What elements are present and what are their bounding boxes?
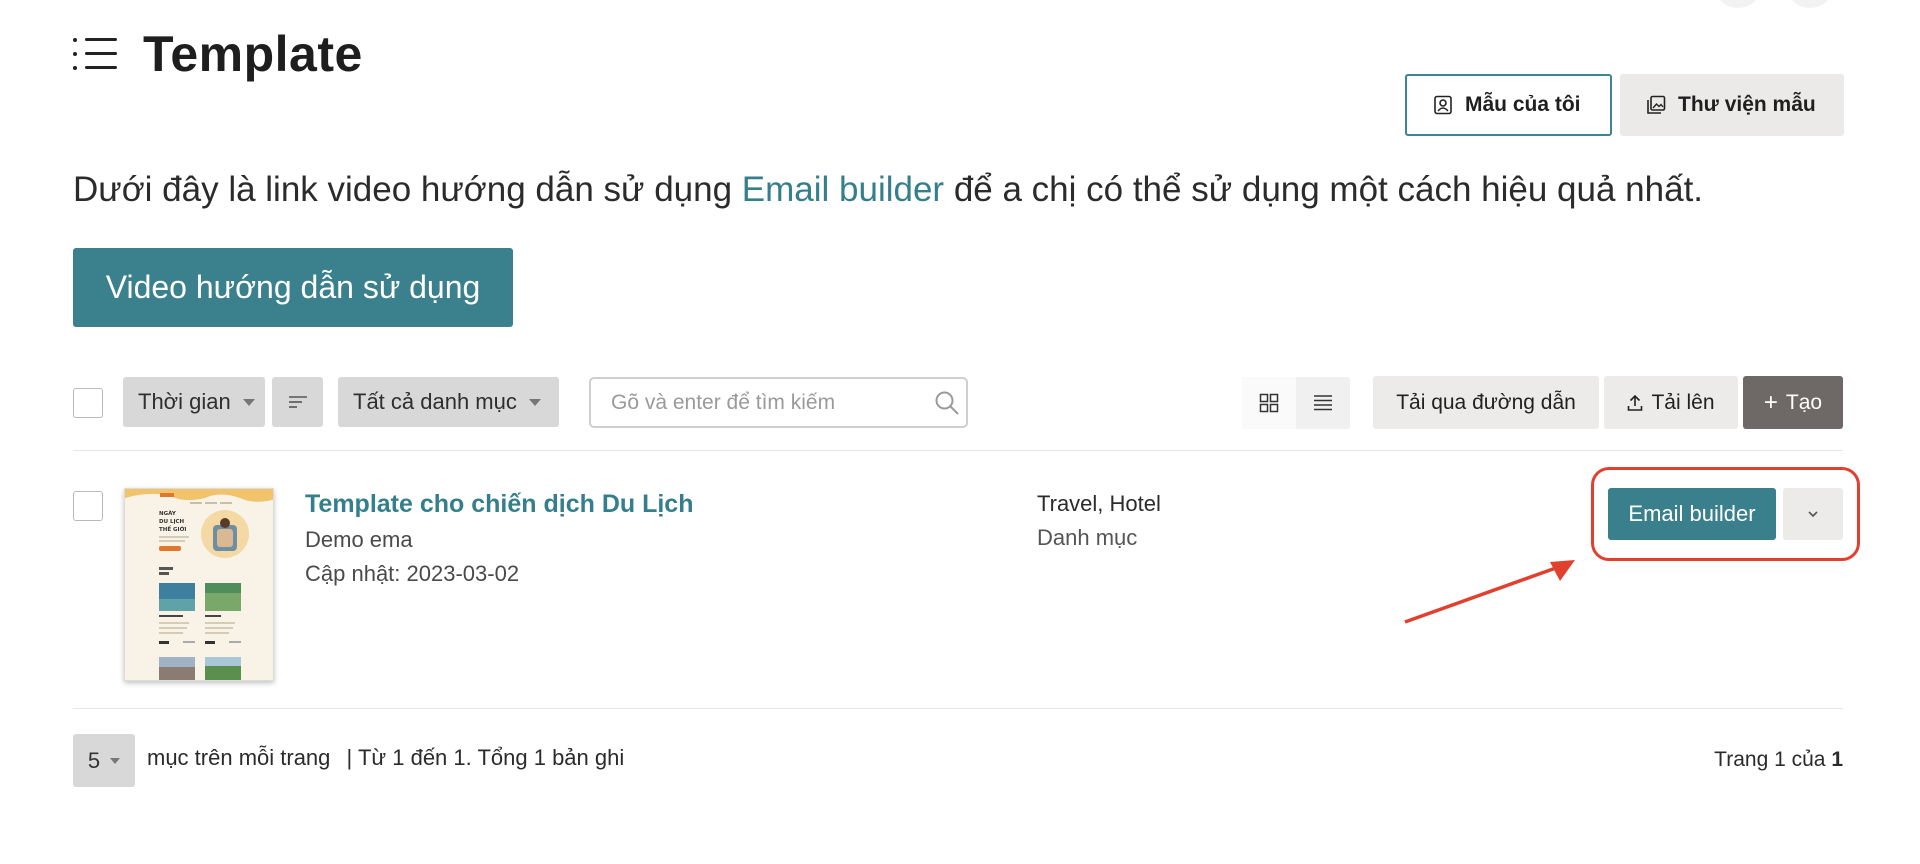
- sort-time-dropdown[interactable]: Thời gian: [123, 377, 265, 427]
- page-indicator: Trang 1 của 1: [1714, 748, 1843, 772]
- page-header: Template: [73, 22, 363, 86]
- select-all-checkbox[interactable]: [73, 388, 103, 418]
- import-url-label: Tải qua đường dẫn: [1396, 390, 1576, 414]
- row-checkbox[interactable]: [73, 491, 103, 521]
- list-view-button[interactable]: [1296, 377, 1350, 429]
- upload-button[interactable]: Tải lên: [1604, 376, 1738, 429]
- per-page-text: mục trên mỗi trang: [147, 745, 331, 770]
- intro-text-after: để a chị có thể sử dụng một cách hiệu qu…: [944, 170, 1704, 209]
- top-circle-button[interactable]: [1786, 0, 1834, 8]
- upload-icon: [1628, 394, 1643, 411]
- table-header-divider: [73, 450, 1843, 451]
- intro-text-before: Dưới đây là link video hướng dẫn sử dụng: [73, 170, 742, 209]
- category-filter-dropdown[interactable]: Tất cả danh mục: [338, 377, 559, 427]
- page-title: Template: [143, 26, 363, 82]
- per-page-value: 5: [87, 747, 101, 773]
- template-categories: Travel, Hotel: [1037, 491, 1161, 516]
- tab-label: Mẫu của tôi: [1465, 93, 1581, 116]
- svg-text:NGÀY: NGÀY: [159, 510, 177, 517]
- video-guide-button[interactable]: Video hướng dẫn sử dụng: [73, 248, 513, 327]
- list-lines-icon: [1314, 395, 1332, 411]
- sort-time-label: Thời gian: [138, 389, 231, 414]
- table-footer-divider: [73, 708, 1843, 709]
- grid-icon: [1259, 393, 1279, 413]
- template-subtitle: Demo ema: [305, 527, 413, 552]
- search-input[interactable]: [589, 377, 968, 428]
- chevron-down-icon: [1808, 511, 1818, 518]
- intro-email-builder-link[interactable]: Email builder: [742, 170, 944, 209]
- plus-icon: +: [1763, 388, 1778, 416]
- import-url-button[interactable]: Tải qua đường dẫn: [1373, 376, 1599, 429]
- intro-text: Dưới đây là link video hướng dẫn sử dụng…: [73, 170, 1703, 210]
- caret-down-icon: [528, 398, 541, 406]
- search-icon[interactable]: [934, 390, 960, 416]
- create-label: Tạo: [1785, 390, 1823, 414]
- range-text: | Từ 1 đến 1. Tổng 1 bản ghi: [346, 745, 625, 770]
- caret-down-icon: [110, 757, 121, 764]
- category-filter-label: Tất cả danh mục: [353, 389, 517, 414]
- sort-lines-icon: [288, 396, 307, 408]
- template-name-link[interactable]: Template cho chiến dịch Du Lịch: [305, 490, 693, 519]
- grid-view-button[interactable]: [1242, 377, 1296, 429]
- email-builder-button[interactable]: Email builder: [1608, 488, 1776, 540]
- page-total: 1: [1831, 748, 1843, 771]
- top-circle-button[interactable]: [1714, 0, 1762, 8]
- view-toggle: [1242, 377, 1350, 429]
- svg-text:THẾ GIỚI: THẾ GIỚI: [159, 525, 186, 533]
- annotation-arrow: [1404, 560, 1575, 624]
- category-label: Danh mục: [1037, 525, 1138, 550]
- user-card-icon: [1434, 95, 1452, 115]
- page-prefix: Trang 1 của: [1714, 748, 1826, 771]
- template-actions-dropdown[interactable]: [1783, 488, 1843, 540]
- caret-down-icon: [242, 398, 255, 406]
- create-button[interactable]: + Tạo: [1743, 376, 1843, 429]
- gallery-icon: [1647, 95, 1666, 114]
- per-page-dropdown[interactable]: 5: [73, 734, 135, 787]
- template-thumbnail[interactable]: NGÀY DU LỊCH THẾ GIỚI: [124, 488, 274, 681]
- template-updated-date: Cập nhật: 2023-03-02: [305, 561, 520, 586]
- upload-label: Tải lên: [1651, 390, 1715, 414]
- template-preview-image: NGÀY DU LỊCH THẾ GIỚI: [125, 489, 273, 680]
- tab-label: Thư viện mẫu: [1678, 93, 1816, 116]
- pagination-summary: mục trên mỗi trang | Từ 1 đến 1. Tổng 1 …: [147, 745, 624, 771]
- list-icon: [73, 34, 119, 74]
- tab-my-templates[interactable]: Mẫu của tôi: [1405, 74, 1612, 136]
- svg-text:DU LỊCH: DU LỊCH: [159, 519, 185, 525]
- sort-order-button[interactable]: [272, 377, 323, 427]
- tab-template-library[interactable]: Thư viện mẫu: [1620, 74, 1844, 136]
